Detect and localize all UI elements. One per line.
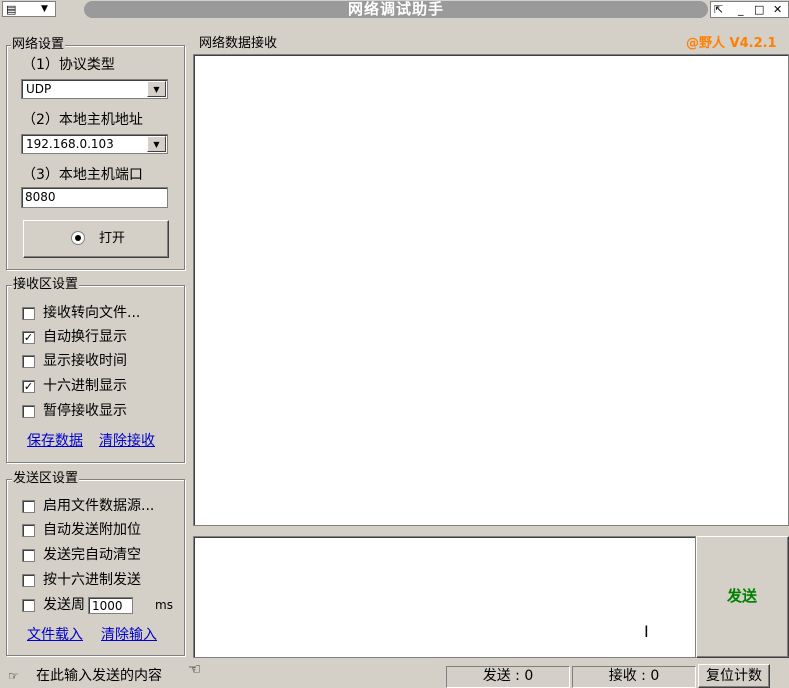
receive-area-title: 网络数据接收 [199, 36, 278, 51]
hex-send-checkbox[interactable] [22, 574, 35, 587]
pause-display-label: 暂停接收显示 [43, 403, 127, 419]
send-button[interactable]: 发送 [696, 536, 789, 658]
brand-label: @野人 V4.2.1 [686, 36, 777, 51]
auto-clear-checkbox[interactable] [22, 549, 35, 562]
send-button-label: 发送 [727, 587, 758, 605]
receive-settings-title: 接收区设置 [12, 277, 80, 292]
period-value: 1000 [92, 599, 123, 613]
port-input[interactable]: 8080 [21, 187, 168, 208]
show-time-label: 显示接收时间 [43, 353, 127, 369]
protocol-value: UDP [26, 82, 52, 96]
received-count: 接收 : 0 [572, 666, 696, 688]
chevron-down-icon[interactable]: ▼ [147, 81, 166, 97]
text-cursor-icon: I [644, 622, 649, 641]
auto-clear-label: 发送完自动清空 [43, 547, 141, 563]
window-title: 网络调试助手 [84, 1, 708, 18]
receive-to-file-checkbox[interactable] [22, 307, 35, 320]
hex-display-label: 十六进制显示 [43, 378, 127, 394]
receive-textarea[interactable] [193, 54, 789, 526]
host-label: （2）本地主机地址 [22, 112, 143, 128]
reset-count-button[interactable]: 复位计数 [698, 664, 770, 688]
title-bar: ▤ ▼ 网络调试助手 ⇱ _ □ ✕ [0, 0, 789, 19]
network-settings-title: 网络设置 [11, 37, 66, 52]
sent-count: 发送 : 0 [446, 666, 570, 688]
host-address-select[interactable]: 192.168.0.103 ▼ [21, 134, 168, 154]
close-icon[interactable]: ✕ [773, 3, 782, 17]
system-menu-button[interactable]: ▤ ▼ [2, 1, 56, 17]
file-source-checkbox[interactable] [22, 500, 35, 513]
show-time-checkbox[interactable] [22, 355, 35, 368]
hex-display-checkbox[interactable]: ✓ [22, 380, 35, 393]
port-label: （3）本地主机端口 [22, 167, 143, 183]
minimize-icon[interactable]: _ [738, 3, 744, 17]
chevron-down-icon: ▼ [41, 4, 48, 14]
receive-to-file-label: 接收转向文件... [43, 305, 141, 321]
window-controls: ⇱ _ □ ✕ [710, 1, 789, 18]
periodic-send-label: 发送周 [43, 597, 85, 613]
radio-icon [71, 231, 85, 245]
maximize-icon[interactable]: □ [754, 3, 764, 17]
save-data-link[interactable]: 保存数据 [27, 433, 83, 449]
pin-icon[interactable]: ⇱ [714, 3, 723, 17]
pause-display-checkbox[interactable] [22, 405, 35, 418]
host-address-value: 192.168.0.103 [26, 137, 114, 151]
send-textarea[interactable]: I [193, 536, 696, 658]
open-button-label: 打开 [99, 231, 126, 246]
auto-wrap-checkbox[interactable]: ✓ [22, 331, 35, 344]
pointing-hand-icon: ☜ [188, 660, 202, 678]
file-load-link[interactable]: 文件载入 [27, 627, 83, 643]
file-source-label: 启用文件数据源... [43, 498, 155, 514]
auto-wrap-label: 自动换行显示 [43, 329, 127, 345]
hand-pointer-icon: ☞ [8, 669, 19, 683]
send-settings-title: 发送区设置 [12, 471, 80, 486]
period-input[interactable]: 1000 [88, 597, 133, 614]
auto-append-label: 自动发送附加位 [43, 522, 141, 538]
chevron-down-icon[interactable]: ▼ [147, 136, 166, 152]
app-icon: ▤ [6, 3, 17, 16]
clear-input-link[interactable]: 清除输入 [101, 627, 157, 643]
period-unit: ms [155, 598, 173, 612]
auto-append-checkbox[interactable] [22, 524, 35, 537]
port-value: 8080 [25, 190, 56, 204]
hex-send-label: 按十六进制发送 [43, 572, 141, 588]
status-hint: 在此输入发送的内容 [36, 668, 162, 684]
clear-receive-link[interactable]: 清除接收 [99, 433, 155, 449]
protocol-select[interactable]: UDP ▼ [21, 79, 168, 99]
protocol-label: （1）协议类型 [22, 57, 115, 73]
periodic-send-checkbox[interactable] [22, 599, 35, 612]
open-button[interactable]: 打开 [23, 220, 169, 258]
